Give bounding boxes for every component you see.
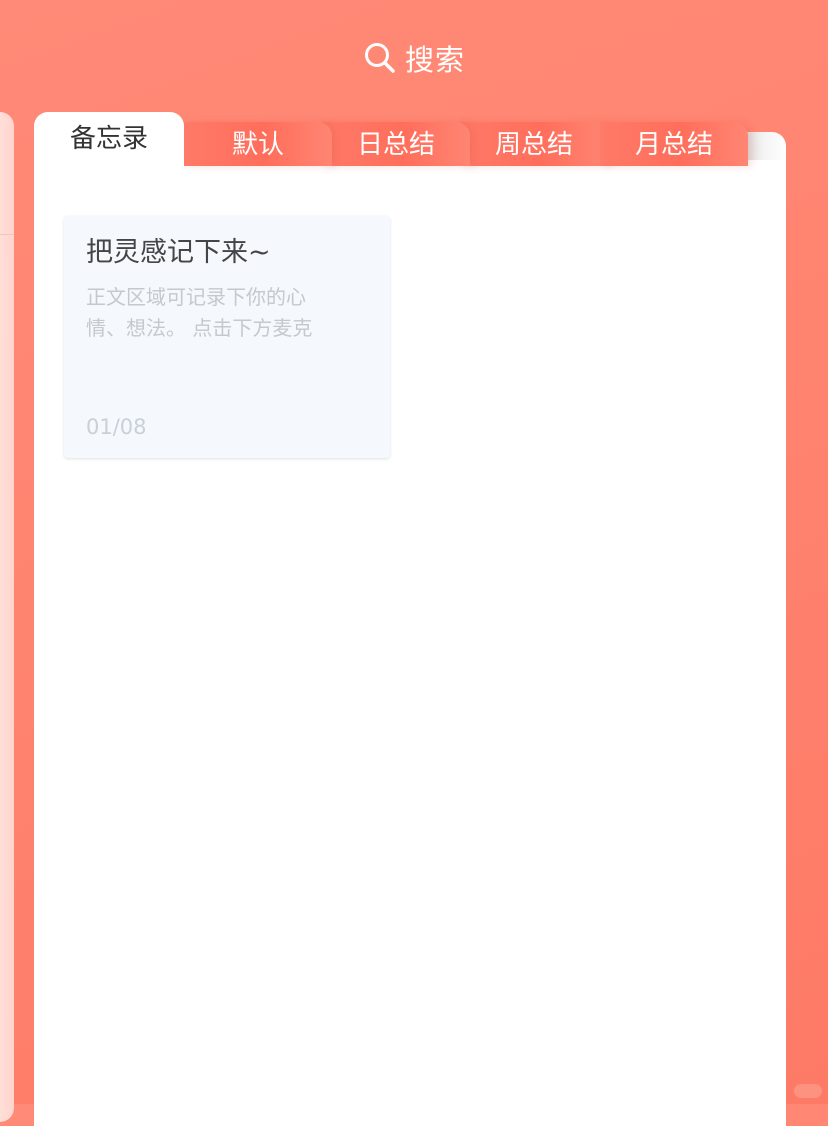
tab-default-label: 默认 [231,130,284,160]
tab-weekly-summary-label: 周总结 [494,130,573,160]
search-bar[interactable]: 搜索 [0,36,828,80]
tab-default[interactable]: 默认 [184,122,332,166]
previous-panel-edge[interactable] [0,112,14,1122]
tab-daily-summary-label: 日总结 [356,130,435,160]
search-icon [363,41,397,75]
tab-monthly-summary-label: 月总结 [634,130,713,160]
tab-monthly-summary[interactable]: 月总结 [600,122,748,166]
note-title: 把灵感记下来~ [86,237,271,268]
scroll-indicator [794,1084,822,1098]
tab-memo-label: 备忘录 [69,124,148,154]
tab-weekly-summary[interactable]: 周总结 [460,122,608,166]
search-label: 搜索 [404,43,465,77]
note-preview-line: 正文区域可记录下你的心 [86,285,306,309]
note-date: 01/08 [86,415,147,439]
tab-memo[interactable]: 备忘录 [34,112,184,166]
tab-daily-summary[interactable]: 日总结 [322,122,470,166]
note-preview: 正文区域可记录下你的心 情、想法。 点击下方麦克 [86,282,356,344]
panel-divider [0,234,14,235]
category-tabs: 备忘录 默认 日总结 周总结 月总结 [34,112,754,166]
note-card[interactable]: 把灵感记下来~ 正文区域可记录下你的心 情、想法。 点击下方麦克 01/08 [64,216,390,458]
note-preview-line: 情、想法。 点击下方麦克 [86,316,313,340]
